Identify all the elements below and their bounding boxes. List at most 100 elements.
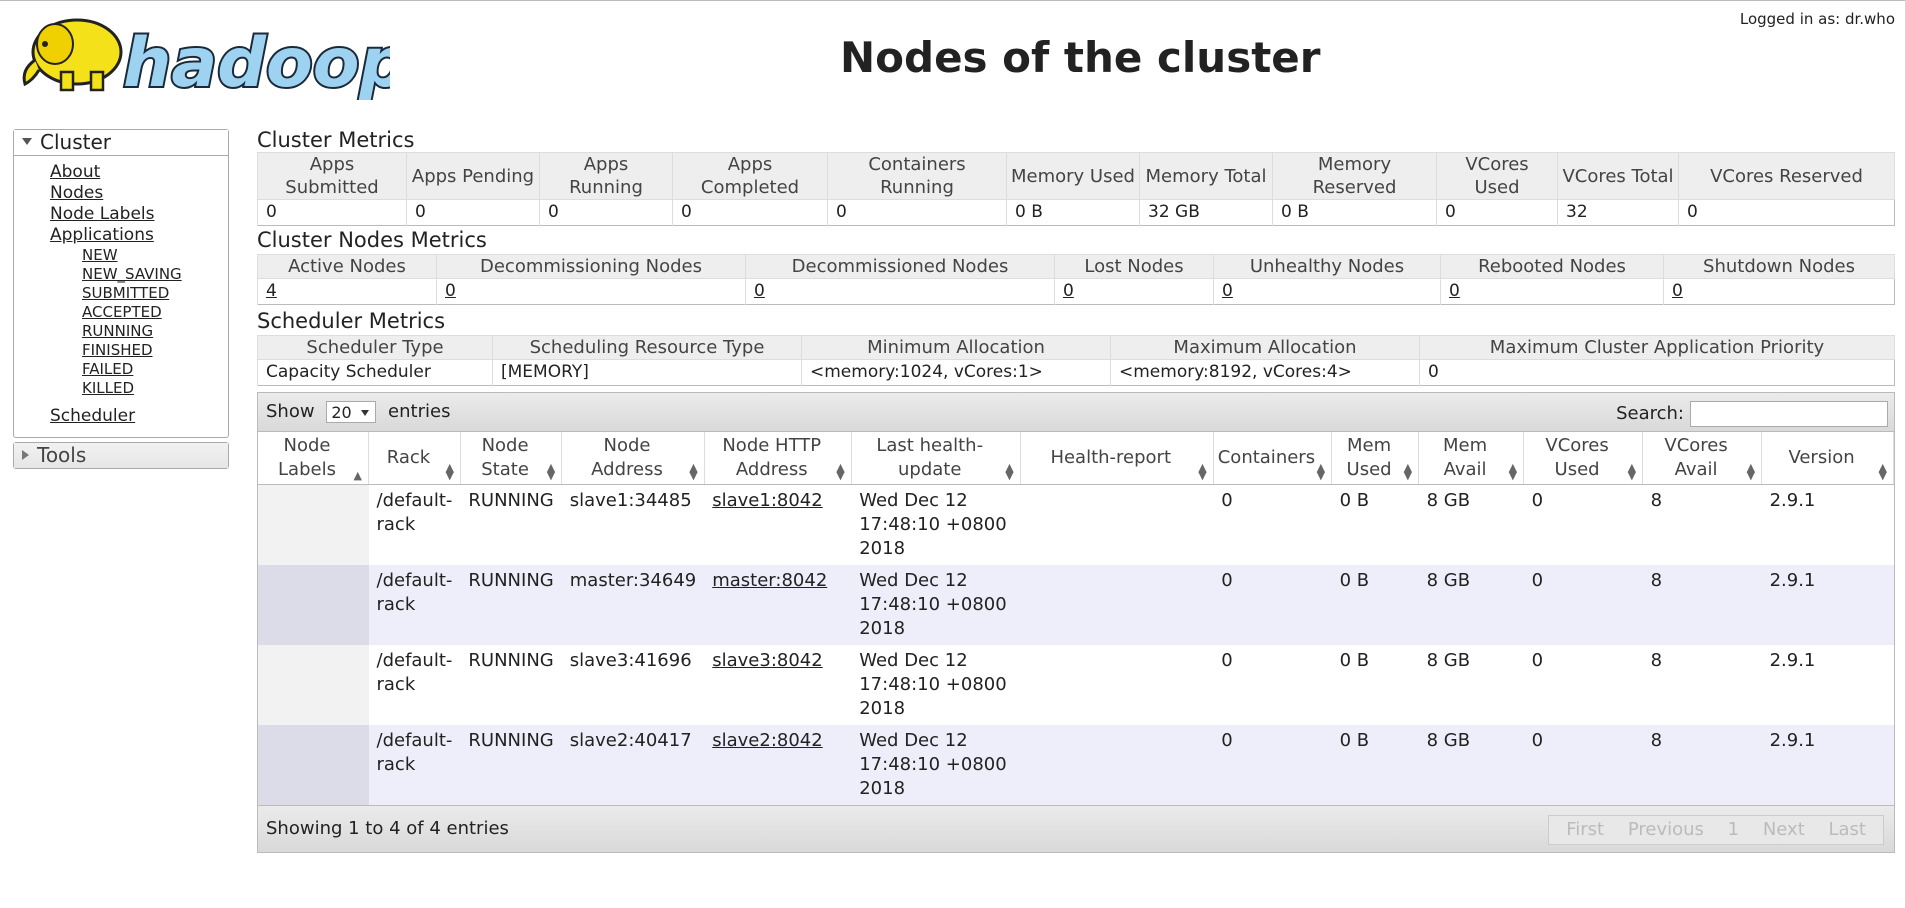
app-state-new[interactable]: NEW xyxy=(82,246,228,265)
sidebar-link-node-labels[interactable]: Node Labels xyxy=(50,204,228,225)
search-input[interactable] xyxy=(1690,401,1888,427)
cell-vcores-avail: 8 xyxy=(1642,725,1762,805)
column-header-vcores-used[interactable]: VCores Used ▲ ▼ xyxy=(1523,432,1644,485)
previous-page-button[interactable]: Previous xyxy=(1628,819,1704,840)
metric-header: Lost Nodes xyxy=(1054,254,1214,279)
column-header-mem-avail[interactable]: Mem Avail ▲ ▼ xyxy=(1418,432,1525,485)
sidebar-link-applications[interactable]: Applications xyxy=(50,225,228,246)
node-http-address-link[interactable]: master:8042 xyxy=(712,570,827,591)
decommissioned-nodes-link[interactable]: 0 xyxy=(754,281,765,301)
hadoop-logo[interactable]: hadoop xyxy=(15,10,410,105)
metric-header: Maximum Allocation xyxy=(1110,335,1420,360)
cluster-menu: Cluster About Nodes Node Labels Applicat… xyxy=(13,129,229,438)
metric-value: 0 xyxy=(406,199,540,226)
metric-value: 0 xyxy=(1419,359,1895,386)
cell-version: 2.9.1 xyxy=(1761,645,1894,725)
table-row: /default-rack RUNNING master:34649 maste… xyxy=(258,565,1894,645)
sort-icon: ▲ ▼ xyxy=(1198,461,1207,482)
active-nodes-link[interactable]: 4 xyxy=(266,281,277,301)
sidebar-link-nodes[interactable]: Nodes xyxy=(50,183,228,204)
lost-nodes-link[interactable]: 0 xyxy=(1063,281,1074,301)
metric-value: <memory:1024, vCores:1> xyxy=(801,359,1111,386)
cell-version: 2.9.1 xyxy=(1761,484,1894,565)
tools-menu: Tools xyxy=(13,442,229,469)
app-state-finished[interactable]: FINISHED xyxy=(82,341,228,360)
metric-header: Apps Submitted xyxy=(257,152,407,200)
first-page-button[interactable]: First xyxy=(1566,819,1604,840)
caret-down-icon xyxy=(361,410,370,416)
metric-header: VCores Reserved xyxy=(1678,152,1895,200)
chevron-down-icon xyxy=(22,138,32,145)
scheduler-metrics-table: Scheduler Type Scheduling Resource Type … xyxy=(257,335,1895,386)
metric-value: 0 xyxy=(827,199,1007,226)
app-state-killed[interactable]: KILLED xyxy=(82,379,228,398)
pagination: First Previous 1 Next Last xyxy=(1548,815,1884,845)
metric-header: Decommissioning Nodes xyxy=(436,254,746,279)
cluster-menu-label: Cluster xyxy=(40,130,111,154)
app-state-new-saving[interactable]: NEW_SAVING xyxy=(82,265,228,284)
top-border xyxy=(0,0,1905,1)
unhealthy-nodes-link[interactable]: 0 xyxy=(1222,281,1233,301)
metric-header: Shutdown Nodes xyxy=(1663,254,1895,279)
metric-header: Scheduling Resource Type xyxy=(492,335,802,360)
cell-rack: /default-rack xyxy=(368,725,461,805)
cell-health-report xyxy=(1020,645,1214,725)
page-1-button[interactable]: 1 xyxy=(1728,819,1739,840)
sidebar-link-about[interactable]: About xyxy=(50,162,228,183)
app-state-failed[interactable]: FAILED xyxy=(82,360,228,379)
cell-vcores-avail: 8 xyxy=(1642,484,1762,565)
app-state-accepted[interactable]: ACCEPTED xyxy=(82,303,228,322)
column-header-mem-used[interactable]: Mem Used ▲ ▼ xyxy=(1331,432,1420,485)
rebooted-nodes-link[interactable]: 0 xyxy=(1449,281,1460,301)
metric-header: VCores Used xyxy=(1436,152,1558,200)
metric-header: Containers Running xyxy=(827,152,1007,200)
next-page-button[interactable]: Next xyxy=(1763,819,1805,840)
column-header-containers[interactable]: Containers ▲ ▼ xyxy=(1213,432,1333,485)
table-row: /default-rack RUNNING slave2:40417 slave… xyxy=(258,725,1894,805)
tools-menu-header[interactable]: Tools xyxy=(14,443,228,468)
metric-value: 0 B xyxy=(1272,199,1437,226)
scheduler-metrics-title: Scheduler Metrics xyxy=(257,309,446,333)
entries-select[interactable]: 20 xyxy=(326,401,377,423)
column-header-node-http-address[interactable]: Node HTTP Address ▲ ▼ xyxy=(704,432,852,485)
datatable-footer: Showing 1 to 4 of 4 entries First Previo… xyxy=(258,805,1894,852)
metric-header: Apps Completed xyxy=(672,152,828,200)
column-header-node-address[interactable]: Node Address ▲ ▼ xyxy=(561,432,705,485)
column-header-version[interactable]: Version ▲ ▼ xyxy=(1761,432,1894,485)
node-http-address-link[interactable]: slave1:8042 xyxy=(712,490,822,511)
sort-icon: ▲ ▼ xyxy=(1627,461,1637,482)
cell-node-address: slave1:34485 xyxy=(561,484,705,565)
cell-node-address: slave3:41696 xyxy=(561,645,705,725)
cell-containers: 0 xyxy=(1213,484,1332,565)
column-header-vcores-avail[interactable]: VCores Avail ▲ ▼ xyxy=(1642,432,1763,485)
sort-icon: ▲ ▼ xyxy=(1508,461,1518,482)
column-header-node-labels[interactable]: Node Labels ▲ xyxy=(258,432,369,485)
column-header-node-state[interactable]: Node State ▲ ▼ xyxy=(460,432,563,485)
sort-icon: ▲ ▼ xyxy=(1746,461,1756,482)
app-state-running[interactable]: RUNNING xyxy=(82,322,228,341)
shutdown-nodes-link[interactable]: 0 xyxy=(1672,281,1683,301)
column-header-rack[interactable]: Rack ▲ ▼ xyxy=(368,432,461,485)
cell-rack: /default-rack xyxy=(368,645,461,725)
cell-vcores-avail: 8 xyxy=(1642,565,1762,645)
node-http-address-link[interactable]: slave2:8042 xyxy=(712,730,822,751)
page-title: Nodes of the cluster xyxy=(840,33,1321,82)
cell-health-report xyxy=(1020,725,1214,805)
column-header-last-health-update[interactable]: Last health-update ▲ ▼ xyxy=(851,432,1021,485)
cell-mem-used: 0 B xyxy=(1331,645,1419,725)
last-page-button[interactable]: Last xyxy=(1829,819,1867,840)
cell-node-state: RUNNING xyxy=(460,484,562,565)
column-header-health-report[interactable]: Health-report ▲ ▼ xyxy=(1020,432,1214,485)
metric-value: <memory:8192, vCores:4> xyxy=(1110,359,1420,386)
metric-header: VCores Total xyxy=(1557,152,1679,200)
app-state-submitted[interactable]: SUBMITTED xyxy=(82,284,228,303)
metric-value: 0 xyxy=(1678,199,1895,226)
node-http-address-link[interactable]: slave3:8042 xyxy=(712,650,822,671)
cell-containers: 0 xyxy=(1213,645,1332,725)
cell-mem-avail: 8 GB xyxy=(1418,484,1524,565)
sidebar-link-scheduler[interactable]: Scheduler xyxy=(50,406,228,427)
cell-node-state: RUNNING xyxy=(460,645,562,725)
decommissioning-nodes-link[interactable]: 0 xyxy=(445,281,456,301)
cluster-menu-header[interactable]: Cluster xyxy=(14,130,228,156)
cell-last-health-update: Wed Dec 12 17:48:10 +0800 2018 xyxy=(851,725,1021,805)
